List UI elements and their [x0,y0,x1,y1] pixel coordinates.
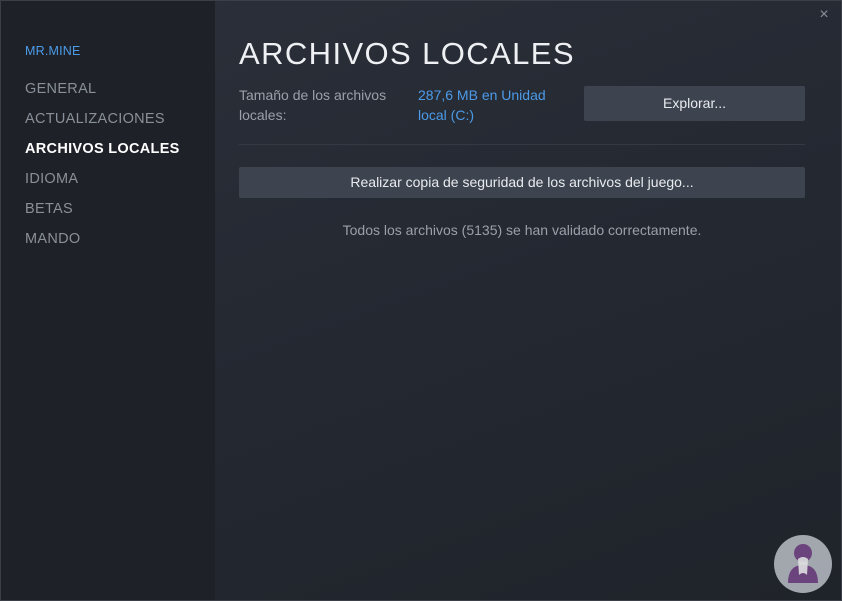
sidebar-item-idioma[interactable]: IDIOMA [25,170,180,200]
local-files-size-label: Tamaño de los archivos locales: [239,87,387,123]
validation-status-message: Todos los archivos (5135) se han validad… [342,222,702,238]
game-name: MR.MINE [25,44,81,58]
properties-window: MR.MINE GENERAL ACTUALIZACIONES ARCHIVOS… [0,0,842,601]
sidebar-item-archivos-locales[interactable]: ARCHIVOS LOCALES [25,140,180,170]
sidebar-nav: GENERAL ACTUALIZACIONES ARCHIVOS LOCALES… [25,80,180,260]
main-content: ARCHIVOS LOCALES Tamaño de los archivos … [239,1,805,600]
person-icon [788,544,818,583]
backup-game-files-button[interactable]: Realizar copia de seguridad de los archi… [239,167,805,198]
sidebar-item-mando[interactable]: MANDO [25,230,180,260]
divider [239,144,805,145]
sidebar: MR.MINE GENERAL ACTUALIZACIONES ARCHIVOS… [1,1,215,600]
local-files-size-link[interactable]: 287,6 MB en Unidad local (C:) [418,85,568,125]
sidebar-item-betas[interactable]: BETAS [25,200,180,230]
close-icon[interactable]: × [815,6,833,24]
sidebar-item-general[interactable]: GENERAL [25,80,180,110]
page-title: ARCHIVOS LOCALES [239,36,575,71]
browse-button[interactable]: Explorar... [584,86,805,121]
watermark-logo [774,535,832,593]
sidebar-item-actualizaciones[interactable]: ACTUALIZACIONES [25,110,180,140]
